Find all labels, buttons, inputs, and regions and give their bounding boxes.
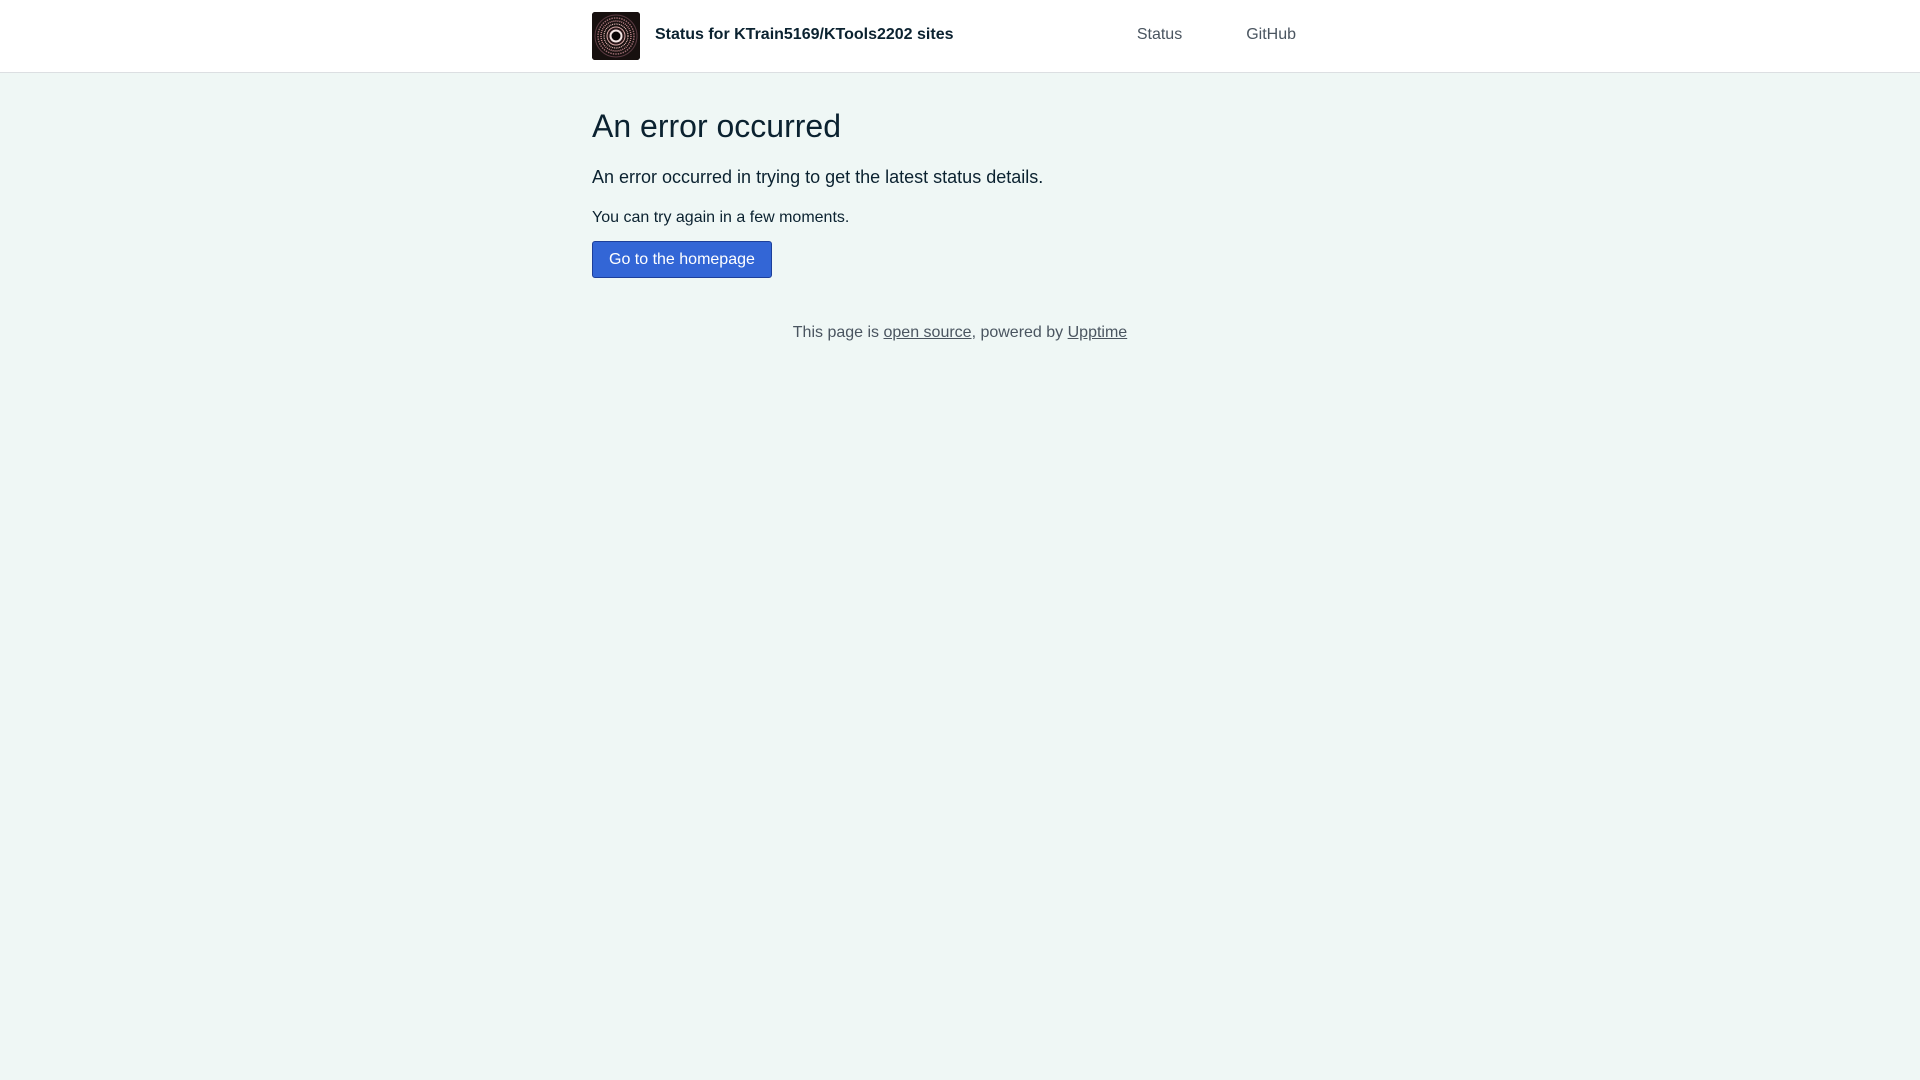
nav-github-link[interactable]: GitHub [1246, 24, 1296, 46]
retry-note: You can try again in a few moments. [592, 209, 850, 226]
go-to-homepage-button[interactable]: Go to the homepage [592, 241, 772, 278]
footer: This page is open source, powered by Upp… [592, 322, 1328, 344]
open-source-link[interactable]: open source [884, 324, 972, 341]
error-description: An error occurred in trying to get the l… [592, 167, 1044, 187]
nav-status-link[interactable]: Status [1137, 24, 1182, 46]
site-title[interactable]: Status for KTrain5169/KTools2202 sites [655, 24, 953, 46]
header-container: Status for KTrain5169/KTools2202 sites S… [592, 0, 1312, 72]
main-nav: Status GitHub [1137, 24, 1296, 46]
site-logo-link[interactable] [592, 12, 640, 60]
footer-prefix: This page is [792, 324, 884, 341]
page-title: An error occurred [592, 108, 841, 144]
footer-middle: , powered by [971, 324, 1068, 341]
top-navigation-bar: Status for KTrain5169/KTools2202 sites S… [0, 0, 1920, 73]
concentric-rings-logo-icon [592, 12, 640, 60]
error-content: An error occurred An error occurred in t… [592, 73, 1328, 344]
upptime-link[interactable]: Upptime [1068, 324, 1128, 341]
